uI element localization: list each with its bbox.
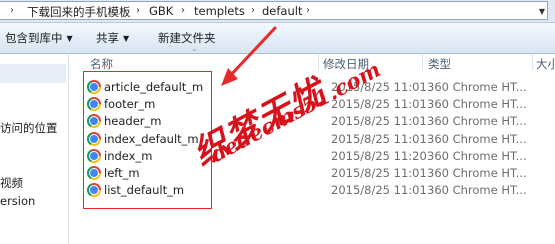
file-type: 360 Chrome HT... bbox=[427, 114, 527, 128]
include-in-library-label: 包含到库中 bbox=[5, 31, 63, 45]
annotation-arrow-icon bbox=[221, 26, 277, 86]
breadcrumb-folder[interactable]: 下载回来的手机模板 bbox=[27, 4, 131, 20]
file-date: 2015/8/25 11:01 bbox=[331, 166, 427, 180]
nav-selected-item[interactable] bbox=[0, 64, 66, 83]
breadcrumb-separator-icon[interactable]: › bbox=[306, 5, 310, 16]
file-type: 360 Chrome HT... bbox=[427, 97, 527, 111]
include-in-library-button[interactable]: 包含到库中 ▼ bbox=[5, 30, 73, 46]
breadcrumb-separator-icon[interactable]: › bbox=[251, 5, 255, 16]
file-type: 360 Chrome HT... bbox=[427, 80, 527, 94]
address-bar[interactable]: › 下载回来的手机模板 › GBK › templets › default ›… bbox=[0, 1, 548, 20]
nav-item-version[interactable]: ersion bbox=[0, 194, 35, 208]
address-dropdown-icon[interactable]: ▼ bbox=[537, 4, 547, 19]
chevron-down-icon: ▼ bbox=[123, 34, 130, 43]
breadcrumb-separator-icon[interactable]: › bbox=[136, 5, 140, 16]
file-date: 2015/8/25 11:20 bbox=[331, 149, 427, 163]
breadcrumb-templets[interactable]: templets bbox=[194, 4, 245, 18]
sort-up-icon: ⌃ bbox=[191, 48, 198, 57]
share-button[interactable]: 共享 ▼ bbox=[96, 30, 129, 46]
share-label: 共享 bbox=[96, 31, 119, 45]
file-type: 360 Chrome HT... bbox=[427, 149, 527, 163]
navigation-pane: 访问的位置 视频 ersion bbox=[0, 54, 69, 244]
breadcrumb-gbk[interactable]: GBK bbox=[149, 4, 173, 18]
nav-item-videos[interactable]: 视频 bbox=[0, 175, 23, 191]
breadcrumb-separator-icon[interactable]: › bbox=[181, 5, 185, 16]
file-date: 2015/8/25 11:01 bbox=[331, 114, 427, 128]
breadcrumb-default[interactable]: default bbox=[262, 4, 302, 18]
breadcrumb-separator-icon[interactable]: › bbox=[10, 5, 14, 16]
file-type: 360 Chrome HT... bbox=[427, 183, 527, 197]
nav-item-recent-places[interactable]: 访问的位置 bbox=[0, 120, 58, 136]
file-date: 2015/8/25 11:01 bbox=[331, 183, 427, 197]
chevron-down-icon: ▼ bbox=[66, 34, 73, 43]
file-date: 2015/8/25 11:01 bbox=[331, 132, 427, 146]
column-divider[interactable] bbox=[532, 54, 533, 70]
column-divider[interactable] bbox=[422, 54, 423, 70]
column-divider[interactable] bbox=[318, 54, 319, 70]
column-header-type[interactable]: 类型 bbox=[428, 56, 451, 72]
column-header-size[interactable]: 大小 bbox=[536, 56, 555, 72]
file-type: 360 Chrome HT... bbox=[427, 132, 527, 146]
file-type: 360 Chrome HT... bbox=[427, 166, 527, 180]
new-folder-button[interactable]: 新建文件夹 bbox=[158, 30, 216, 46]
address-bar-row: › 下载回来的手机模板 › GBK › templets › default ›… bbox=[0, 0, 555, 23]
column-header-name[interactable]: 名称 bbox=[90, 56, 113, 72]
